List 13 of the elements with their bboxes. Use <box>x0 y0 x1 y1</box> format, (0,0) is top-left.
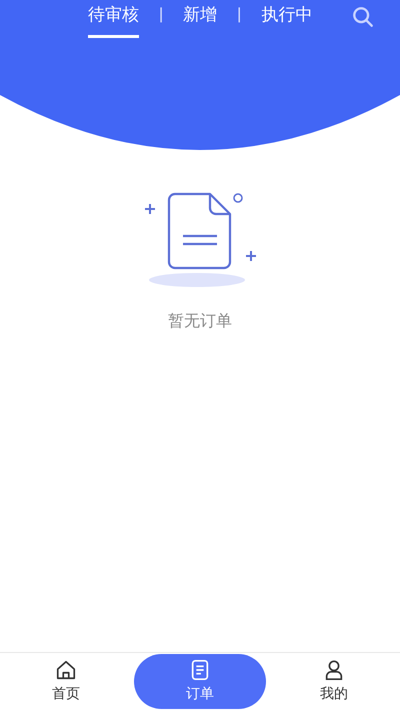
tab[interactable]: 执行中 <box>261 3 312 38</box>
nav-tab[interactable]: 订单 <box>134 654 266 709</box>
tab[interactable]: 待审核 <box>88 3 139 38</box>
user-icon <box>323 659 345 681</box>
home-icon <box>55 659 77 681</box>
empty-message: 暂无订单 <box>168 312 232 332</box>
document-icon <box>189 659 211 681</box>
nav-tab[interactable]: 我的 <box>268 653 400 710</box>
search-icon[interactable] <box>352 6 374 28</box>
tab[interactable]: 新增 <box>183 3 218 38</box>
nav-tab[interactable]: 首页 <box>0 653 132 710</box>
tab-separator: | <box>236 5 242 25</box>
tab-separator: | <box>158 5 164 25</box>
